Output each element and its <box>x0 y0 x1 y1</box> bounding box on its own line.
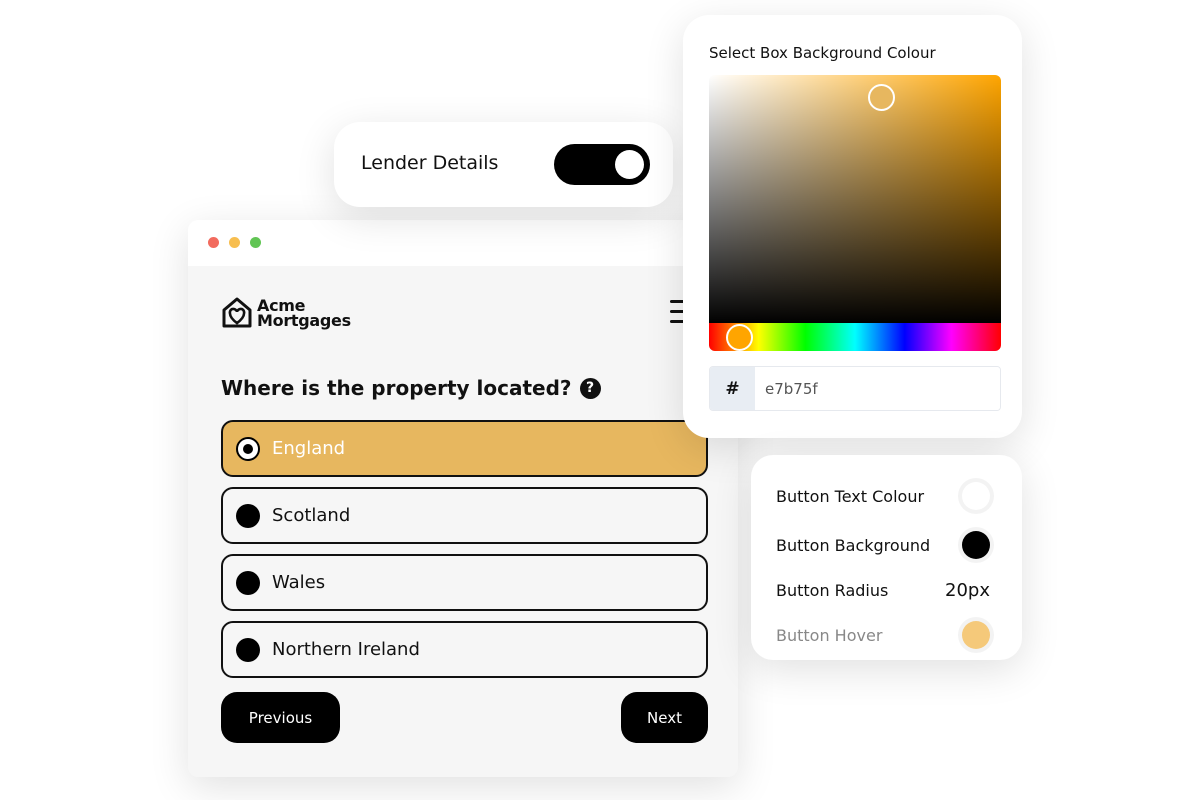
hex-field: # <box>709 366 1001 411</box>
lender-details-card: Lender Details <box>334 122 673 207</box>
setting-label: Button Hover <box>776 625 883 645</box>
option-england[interactable]: England <box>221 420 708 477</box>
option-label: Northern Ireland <box>272 639 420 660</box>
hash-prefix: # <box>710 367 755 410</box>
setting-button-hover: Button Hover <box>776 621 990 649</box>
setting-label: Button Text Colour <box>776 486 925 506</box>
browser-window: Acme Mortgages Where is the property loca… <box>188 220 738 777</box>
radio-icon <box>236 503 260 528</box>
hex-input[interactable] <box>755 367 1000 410</box>
hue-handle[interactable] <box>726 324 753 351</box>
button-settings-card: Button Text Colour Button Background But… <box>751 455 1022 660</box>
radius-value[interactable]: 20px <box>945 580 990 601</box>
minimize-dot[interactable] <box>229 237 240 248</box>
radio-icon <box>236 436 260 461</box>
help-icon[interactable]: ? <box>579 377 601 399</box>
color-handle[interactable] <box>868 84 895 111</box>
color-swatch[interactable] <box>962 531 990 559</box>
color-swatch[interactable] <box>962 621 990 649</box>
next-button[interactable]: Next <box>621 692 708 743</box>
color-swatch[interactable] <box>962 482 990 510</box>
title-bar <box>188 220 738 266</box>
option-scotland[interactable]: Scotland <box>221 487 708 544</box>
close-dot[interactable] <box>208 237 219 248</box>
radio-icon <box>236 637 260 662</box>
toggle-knob <box>615 150 644 179</box>
picker-title: Select Box Background Colour <box>709 44 936 62</box>
radio-icon <box>236 570 260 595</box>
option-label: Wales <box>272 572 326 593</box>
setting-button-text-colour: Button Text Colour <box>776 482 990 510</box>
saturation-value-area[interactable] <box>709 75 1001 324</box>
setting-label: Button Background <box>776 535 931 555</box>
setting-button-radius: Button Radius 20px <box>776 580 990 601</box>
brand-logo[interactable]: Acme Mortgages <box>221 296 351 330</box>
setting-button-background: Button Background <box>776 531 990 559</box>
setting-label: Button Radius <box>776 581 889 600</box>
maximize-dot[interactable] <box>250 237 261 248</box>
option-wales[interactable]: Wales <box>221 554 708 611</box>
color-picker-card: Select Box Background Colour # <box>683 15 1022 438</box>
question-heading: Where is the property located? ? <box>221 376 601 400</box>
option-northern-ireland[interactable]: Northern Ireland <box>221 621 708 678</box>
option-label: England <box>272 438 346 459</box>
option-label: Scotland <box>272 505 351 526</box>
question-text: Where is the property located? <box>221 376 572 400</box>
lender-details-label: Lender Details <box>361 152 499 174</box>
house-heart-icon <box>222 297 252 328</box>
hue-slider[interactable] <box>709 323 1001 351</box>
lender-details-toggle[interactable] <box>554 144 650 185</box>
previous-button[interactable]: Previous <box>221 692 340 743</box>
brand-line2: Mortgages <box>257 311 351 330</box>
